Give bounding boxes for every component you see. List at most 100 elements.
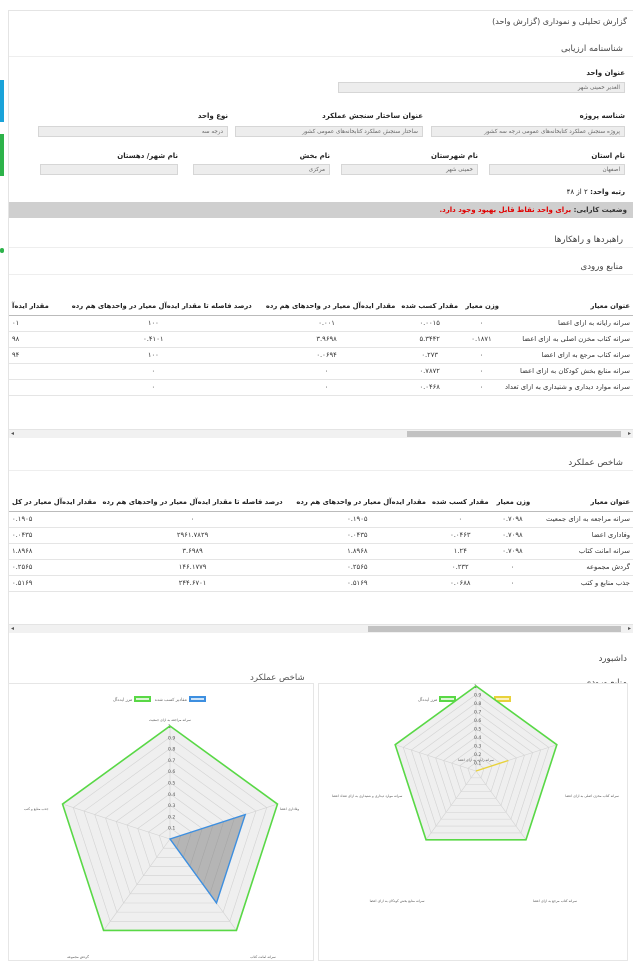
radar-tick-label: 0.8: [168, 747, 175, 753]
table-cell: وفاداری اعضا: [533, 527, 633, 544]
col-header: مقدار کسب شده: [398, 297, 462, 316]
project-id-label: شناسه پروژه: [579, 112, 625, 120]
unit-title-label: عنوان واحد: [586, 69, 625, 77]
scrollbar-thumb[interactable]: [407, 431, 621, 437]
table-row: سرانه رایانه به ازای اعضا ۰ ۰.۰۰۱۵ ۰.۰۰۱…: [9, 315, 633, 332]
table-cell: ۰.۱۹۰۵: [9, 511, 100, 528]
table-cell: ۱.۲۴: [428, 543, 492, 560]
table-cell: ۵.۳۴۴۲: [398, 331, 462, 348]
table-cell: ۰.۰۶۸۸: [428, 575, 492, 592]
city-label: نام شهر/ دهستان: [117, 152, 178, 160]
radar-tick-label: 0.5: [474, 727, 481, 733]
table-row: سرانه کتاب مرجع به ازای اعضا ۰ ۰.۲۷۳ ۰.۰…: [9, 347, 633, 364]
table-cell: ۰.۰۴۳۵: [285, 527, 429, 544]
table-row: سرانه موارد دیداری و شنیداری به ازای تعد…: [9, 379, 633, 396]
table-cell: ۰.۲۷۳: [398, 347, 462, 364]
radar-tick-label: 0.1: [168, 826, 175, 832]
table-cell: ۰: [428, 511, 492, 528]
table-cell: ۱۴۶.۱۷۷۹: [99, 559, 286, 576]
table-cell: ۰: [51, 379, 255, 396]
scroll-left-arrow-icon[interactable]: ◂: [11, 625, 14, 633]
province-field[interactable]: اصفهان: [489, 164, 625, 175]
status-bar: وضعیت کارایی: برای واحد نقاط قابل بهبود …: [9, 202, 633, 218]
table-cell: ۰: [254, 379, 399, 396]
radar-axis-label: سرانه امانت کتاب: [250, 955, 276, 959]
district-field[interactable]: مرکزی: [193, 164, 330, 175]
radar-tick-label: 0.7: [168, 758, 175, 764]
scroll-right-arrow-icon[interactable]: ▸: [628, 430, 631, 438]
performance-table-scrollbar[interactable]: ▸ ◂: [9, 624, 633, 633]
radar-axis-label: وفاداری اعضا: [280, 807, 299, 811]
sidebar-tab-green[interactable]: [0, 134, 4, 176]
table-cell: ۰: [99, 511, 286, 528]
table-cell: ۰.۱۹۰۵: [285, 511, 429, 528]
table-cell: ۱.۸۹۶۸: [9, 543, 100, 560]
table-cell: ۰: [51, 363, 255, 380]
radar-axis-label: سرانه موارد دیداری و شنیداری به ازای تعد…: [332, 794, 403, 798]
table-row: گردش مجموعه ۰ ۰.۲۳۲ ۰.۲۵۶۵ ۱۴۶.۱۷۷۹ ۰.۲۵…: [9, 559, 633, 576]
sidebar-tab-blue[interactable]: [0, 80, 4, 122]
col-header: عنوان معیار: [501, 297, 633, 316]
table-cell: ۰: [461, 347, 502, 364]
city-field[interactable]: [40, 164, 178, 175]
scroll-right-arrow-icon[interactable]: ▸: [628, 625, 631, 633]
radar-axis-label: سرانه رایانه به ازای اعضا: [458, 758, 494, 762]
radar-tick-label: 0.6: [474, 718, 481, 724]
radar-axis-label: جذب منابع و کتب: [24, 807, 49, 811]
radar-axis-label: سرانه کتاب مخزن اصلی به ازای اعضا: [565, 794, 619, 798]
radar-axis-label: سرانه مراجعه به ازای جمعیت: [149, 718, 191, 722]
section-inputs-title: منابع ورودی: [9, 260, 633, 275]
radar-tick-label: 0.3: [474, 744, 481, 750]
table-cell: [9, 379, 52, 396]
table-cell: ۹۸: [9, 331, 52, 348]
measure-structure-label: عنوان ساختار سنجش عملکرد: [322, 112, 423, 120]
inputs-table-scrollbar[interactable]: ▸ ◂: [9, 429, 633, 438]
unit-title-field[interactable]: الغدیر خمینی شهر: [338, 82, 625, 93]
performance-table-header: عنوان معیار وزن معیار مقدار کسب شده مقدا…: [9, 493, 633, 512]
radar-tick-label: 0.4: [474, 735, 481, 741]
scrollbar-thumb[interactable]: [368, 626, 621, 632]
table-cell: ۰: [461, 363, 502, 380]
table-row: سرانه امانت کتاب ۰.۷۰۹۸ ۱.۲۴ ۱.۸۹۶۸ ۳.۶۹…: [9, 543, 633, 560]
radar-tick-label: 0.3: [168, 803, 175, 809]
table-cell: سرانه مراجعه به ازای جمعیت: [533, 511, 633, 528]
table-cell: سرانه رایانه به ازای اعضا: [501, 315, 633, 332]
table-row: وفاداری اعضا ۰.۷۰۹۸ ۰.۰۴۶۳ ۰.۰۴۳۵ ۲۹۶۱.۷…: [9, 527, 633, 544]
col-header: مقدار ایده‌آل معیار در واحدهای هم رده: [285, 493, 429, 512]
table-cell: ۰: [491, 559, 534, 576]
performance-table: عنوان معیار وزن معیار مقدار کسب شده مقدا…: [9, 493, 633, 613]
measure-structure-field[interactable]: ساختار سنجش عملکرد کتابخانه‌های عمومی کش…: [235, 126, 423, 137]
table-cell: ۰.۵۱۶۹: [9, 575, 100, 592]
table-cell: ۱۰۰: [51, 347, 255, 364]
radar-tick-label: 0.2: [168, 814, 175, 820]
col-header: درصد فاصله تا مقدار ایده‌آل معیار در واح…: [99, 493, 286, 512]
performance-radar-chart: 0.10.20.30.40.50.60.70.80.91سرانه مراجعه…: [24, 718, 299, 959]
rank-value: ۲ از ۴۸: [566, 188, 588, 196]
table-cell: ۰.۲۵۶۵: [9, 559, 100, 576]
col-header: مقدار ایده‌آ: [9, 297, 52, 316]
table-row: سرانه منابع بخش کودکان به ازای اعضا ۰ ۰.…: [9, 363, 633, 380]
table-cell: ۰.۲۵۶۵: [285, 559, 429, 576]
table-cell: ۰.۰۴۳۵: [9, 527, 100, 544]
table-cell: [9, 363, 52, 380]
county-field[interactable]: خمینی شهر: [341, 164, 478, 175]
radar-axis-label: گردش مجموعه: [67, 954, 89, 959]
table-cell: ۰: [491, 575, 534, 592]
table-row: سرانه کتاب مخزن اصلی به ازای اعضا ۰.۱۸۷۱…: [9, 331, 633, 348]
table-cell: ۰.۷۰۹۸: [491, 511, 534, 528]
radar-axis-label: سرانه کتاب مرجع به ازای اعضا: [533, 899, 577, 903]
section-guidelines-title: راهبردها و راهکارها: [9, 233, 633, 248]
sidebar-dot: [0, 248, 4, 253]
unit-type-field[interactable]: درجه سه: [38, 126, 228, 137]
table-cell: ۰.۰۰۱: [254, 315, 399, 332]
table-cell: سرانه کتاب مرجع به ازای اعضا: [501, 347, 633, 364]
scroll-left-arrow-icon[interactable]: ◂: [11, 430, 14, 438]
table-row: سرانه مراجعه به ازای جمعیت ۰.۷۰۹۸ ۰ ۰.۱۹…: [9, 511, 633, 528]
table-cell: ۰: [461, 315, 502, 332]
table-cell: جذب منابع و کتب: [533, 575, 633, 592]
dashboard-title: داشبورد: [598, 654, 627, 664]
page-title: گزارش تحلیلی و نموداری (گزارش واحد): [492, 17, 627, 26]
section-identity-title: شناسنامه ارزیابی: [9, 42, 633, 57]
province-label: نام استان: [591, 152, 625, 160]
project-id-field[interactable]: پروژه سنجش عملکرد کتابخانه‌های عمومی درج…: [431, 126, 625, 137]
